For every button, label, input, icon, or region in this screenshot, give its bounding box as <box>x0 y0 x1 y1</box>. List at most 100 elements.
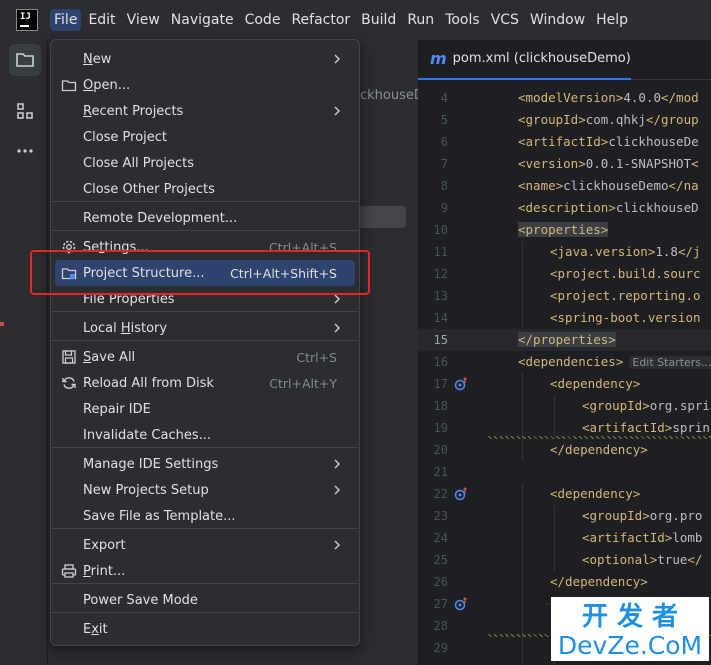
tool-window-strip <box>0 40 48 665</box>
chevron-right-icon <box>334 54 340 64</box>
code-line[interactable]: 25 <optional>true</ <box>418 549 711 571</box>
code-text: <optional>true</ <box>582 552 703 567</box>
edge-marker <box>0 322 4 326</box>
menu-refactor[interactable]: Refactor <box>287 9 354 31</box>
menu-separator <box>52 230 358 231</box>
project-panel-selection <box>358 206 406 228</box>
code-line[interactable]: 14 <spring-boot.version <box>418 307 711 329</box>
code-line[interactable]: 24 <artifactId>lomb <box>418 527 711 549</box>
code-line[interactable]: 4 <modelVersion>4.0.0</mod <box>418 87 711 109</box>
run-dependency-icon[interactable] <box>454 487 468 501</box>
menu-window[interactable]: Window <box>526 9 589 31</box>
line-number: 30 <box>418 659 448 665</box>
code-text: <java.version>1.8</j <box>550 244 701 259</box>
menu-item-new[interactable]: New <box>55 46 355 72</box>
code-text: <groupId>com.qhkj</group <box>518 112 699 127</box>
menu-item-label: Invalidate Caches... <box>83 427 212 443</box>
code-line[interactable]: 17 <dependency> <box>418 373 711 395</box>
menu-help[interactable]: Help <box>592 9 632 31</box>
code-line[interactable]: 12 <project.build.sourc <box>418 263 711 285</box>
code-line[interactable]: 5 <groupId>com.qhkj</group <box>418 109 711 131</box>
menu-item-export[interactable]: Export <box>55 532 355 558</box>
menu-item-recent-projects[interactable]: Recent Projects <box>55 98 355 124</box>
menu-separator <box>52 447 358 448</box>
line-number: 13 <box>433 289 448 303</box>
menu-item-label: Local History <box>83 320 168 336</box>
menu-item-exit[interactable]: Exit <box>55 616 355 642</box>
menu-item-open[interactable]: Open... <box>55 72 355 98</box>
code-line[interactable]: 8 <name>clickhouseDemo</na <box>418 175 711 197</box>
more-tools-button[interactable] <box>9 135 41 167</box>
menu-item-save-file-as-template[interactable]: Save File as Template... <box>55 503 355 529</box>
menu-item-label: Reload All from Disk <box>83 375 214 391</box>
menu-item-close-project[interactable]: Close Project <box>55 124 355 150</box>
code-line[interactable]: 19 <artifactId>sprin <box>418 417 711 439</box>
code-line[interactable]: 16 <dependencies> Edit Starters... <box>418 351 711 373</box>
code-line[interactable]: 20 </dependency> <box>418 439 711 461</box>
code-line[interactable]: 22 <dependency> <box>418 483 711 505</box>
code-text: <dependencies> Edit Starters... <box>518 351 711 374</box>
code-text: <spring-boot.version <box>550 310 701 325</box>
menu-item-new-projects-setup[interactable]: New Projects Setup <box>55 477 355 503</box>
code-text: <name>clickhouseDemo</na <box>518 178 699 193</box>
menu-item-close-other-projects[interactable]: Close Other Projects <box>55 176 355 202</box>
menu-item-repair-ide[interactable]: Repair IDE <box>55 396 355 422</box>
code-line[interactable]: 6 <artifactId>clickhouseDe <box>418 131 711 153</box>
menu-file[interactable]: File <box>50 9 82 31</box>
code-text: </dependency> <box>550 442 648 457</box>
structure-tool-button[interactable] <box>9 95 41 127</box>
line-number: 12 <box>433 267 448 281</box>
line-number: 29 <box>433 641 448 655</box>
indent-guide <box>522 373 523 395</box>
menu-edit[interactable]: Edit <box>84 9 119 31</box>
project-tool-button[interactable] <box>9 44 41 76</box>
run-dependency-icon[interactable] <box>454 377 468 391</box>
code-line[interactable]: 11 <java.version>1.8</j <box>418 241 711 263</box>
chevron-right-icon <box>334 540 340 550</box>
menu-code[interactable]: Code <box>241 9 285 31</box>
intellij-logo-icon[interactable]: IJ <box>16 9 38 31</box>
editor-tab-pom-xml[interactable]: m pom.xml (clickhouseDemo) <box>418 40 631 80</box>
edit-starters-hint[interactable]: Edit Starters... <box>629 356 711 369</box>
menu-item-save-all[interactable]: Save All Ctrl+S <box>55 344 355 370</box>
menu-item-power-save-mode[interactable]: Power Save Mode <box>55 587 355 613</box>
menu-navigate[interactable]: Navigate <box>167 9 238 31</box>
line-number: 5 <box>440 113 448 127</box>
code-line[interactable]: 18 <groupId>org.spri <box>418 395 711 417</box>
code-line[interactable]: 10 <properties> <box>418 219 711 241</box>
menu-separator <box>52 311 358 312</box>
indent-guide <box>554 505 555 527</box>
watermark-line2: DevZe.CoM <box>558 631 702 660</box>
menu-vcs[interactable]: VCS <box>487 9 523 31</box>
code-line[interactable]: 7 <version>0.0.1-SNAPSHOT< <box>418 153 711 175</box>
menu-build[interactable]: Build <box>357 9 400 31</box>
menu-tools[interactable]: Tools <box>441 9 484 31</box>
line-number: 14 <box>433 311 448 325</box>
menu-item-print[interactable]: Print... <box>55 558 355 584</box>
menu-item-label: Close All Projects <box>83 155 195 171</box>
code-line[interactable]: 21 <box>418 461 711 483</box>
menu-item-label: Print... <box>83 563 126 579</box>
menu-item-close-all-projects[interactable]: Close All Projects <box>55 150 355 176</box>
code-line[interactable]: 15 </properties> <box>418 329 711 351</box>
menu-item-reload-all-from-disk[interactable]: Reload All from Disk Ctrl+Alt+Y <box>55 370 355 396</box>
code-line[interactable]: 9 <description>clickhouseD <box>418 197 711 219</box>
menu-item-manage-ide-settings[interactable]: Manage IDE Settings <box>55 451 355 477</box>
code-text: <project.build.sourc <box>550 266 701 281</box>
code-line[interactable]: 23 <groupId>org.pro <box>418 505 711 527</box>
code-text: </properties> <box>518 332 616 347</box>
menubar: IJ File Edit View Navigate Code Refactor… <box>0 0 711 40</box>
menu-item-invalidate-caches[interactable]: Invalidate Caches... <box>55 422 355 448</box>
menu-run[interactable]: Run <box>403 9 438 31</box>
run-dependency-icon[interactable] <box>454 597 468 611</box>
menu-item-local-history[interactable]: Local History <box>55 315 355 341</box>
indent-guide <box>554 549 555 571</box>
chevron-right-icon <box>334 106 340 116</box>
menu-item-remote-development[interactable]: Remote Development... <box>55 205 355 231</box>
editor[interactable]: m pom.xml (clickhouseDemo) 4 <modelVersio… <box>418 40 711 665</box>
menu-item-label: Recent Projects <box>83 103 184 119</box>
code-line[interactable]: 13 <project.reporting.o <box>418 285 711 307</box>
menu-item-label: Repair IDE <box>83 401 151 417</box>
code-line[interactable]: 26 </dependency> <box>418 571 711 593</box>
menu-view[interactable]: View <box>123 9 164 31</box>
